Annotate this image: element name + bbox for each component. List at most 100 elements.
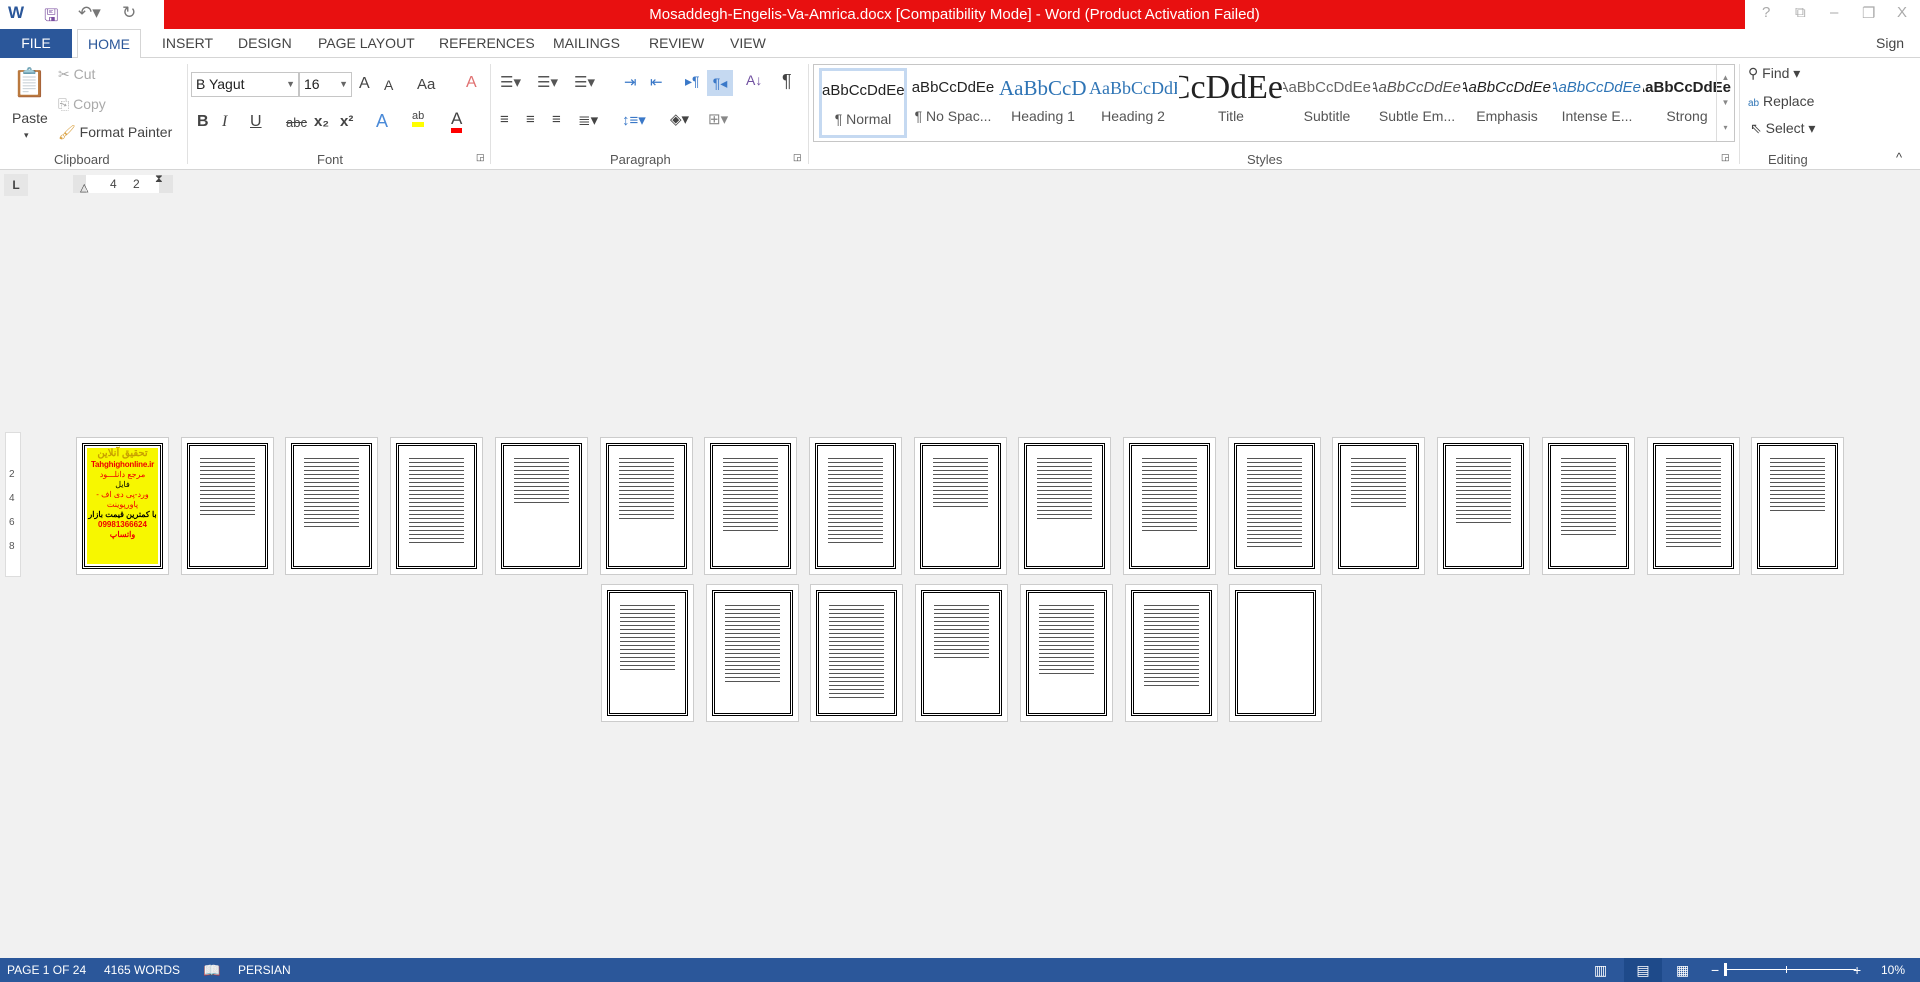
page-thumbnail[interactable] [1332, 437, 1426, 575]
text-effects-button[interactable]: A [376, 111, 388, 132]
align-center-icon[interactable]: ≡ [526, 111, 535, 128]
grow-font-button[interactable]: A [359, 75, 370, 93]
page-thumbnail[interactable] [1437, 437, 1531, 575]
increase-indent-icon[interactable]: ⇤ [650, 73, 663, 91]
find-button[interactable]: ⚲ Find ▾ [1748, 65, 1800, 82]
page-thumbnail[interactable] [601, 584, 694, 722]
page-thumbnail[interactable] [494, 437, 588, 575]
gallery-scroll[interactable]: ▲ ▼ ▾ [1716, 65, 1734, 141]
style-subtle-emphasis[interactable]: AaBbCcDdEe Subtle Em... [1373, 68, 1461, 138]
gallery-more-icon[interactable]: ▾ [1717, 115, 1734, 140]
style-intense-emphasis[interactable]: AaBbCcDdEe Intense E... [1553, 68, 1641, 138]
scroll-down-icon[interactable]: ▼ [1717, 90, 1734, 115]
language[interactable]: PERSIAN [238, 958, 291, 982]
collapse-ribbon-icon[interactable]: ^ [1896, 150, 1902, 165]
read-mode-icon[interactable]: ▥ [1594, 958, 1607, 982]
chevron-down-icon[interactable]: ▼ [339, 73, 348, 96]
style-no-spacing[interactable]: aBbCcDdEe ¶ No Spac... [909, 68, 997, 138]
page-thumbnail[interactable] [285, 437, 379, 575]
format-painter-button[interactable]: 🖌 Format Painter [58, 124, 172, 141]
zoom-in-button[interactable]: + [1853, 958, 1861, 982]
line-spacing-icon[interactable]: ↕≡▾ [622, 111, 646, 129]
font-color-button[interactable]: A [451, 110, 463, 133]
close-button[interactable]: X [1897, 4, 1907, 21]
dialog-launcher-icon[interactable]: ◲ [476, 152, 485, 163]
show-marks-button[interactable]: ¶ [782, 71, 792, 92]
paste-dropdown-icon[interactable]: ▾ [24, 130, 29, 141]
page-thumbnail[interactable] [180, 437, 274, 575]
chevron-down-icon[interactable]: ▼ [286, 73, 295, 96]
page-thumbnail[interactable] [1229, 584, 1323, 722]
style-title[interactable]: AaBbCcDdEe Title [1179, 68, 1283, 138]
bullets-icon[interactable]: ☰▾ [500, 73, 521, 91]
page-thumbnail[interactable] [1124, 584, 1218, 722]
style-heading-2[interactable]: AaBbCcDdEe Heading 2 [1089, 68, 1177, 138]
multilevel-list-icon[interactable]: ☰▾ [574, 73, 595, 91]
shrink-font-button[interactable]: A [384, 77, 393, 93]
decrease-indent-icon[interactable]: ⇥ [624, 73, 637, 91]
tab-insert[interactable]: INSERT [152, 29, 223, 58]
strikethrough-button[interactable]: abc [286, 115, 307, 130]
zoom-level[interactable]: 10% [1881, 958, 1905, 982]
highlight-button[interactable]: ab [412, 110, 425, 127]
replace-button[interactable]: ab Replace [1748, 93, 1814, 109]
scroll-up-icon[interactable]: ▲ [1717, 65, 1734, 90]
tab-file[interactable]: FILE [0, 29, 72, 58]
zoom-slider[interactable] [1726, 969, 1856, 970]
sign-in-link[interactable]: Sign in [1866, 29, 1920, 80]
copy-button[interactable]: ⎘ Copy [58, 96, 106, 113]
redo-icon[interactable]: ↻ [122, 3, 136, 23]
help-button[interactable]: ? [1762, 4, 1770, 21]
dialog-launcher-icon[interactable]: ◲ [793, 152, 802, 163]
zoom-slider-thumb[interactable] [1724, 963, 1727, 976]
ltr-icon[interactable]: ▸¶ [685, 73, 700, 90]
page-thumbnail[interactable] [808, 437, 902, 575]
tab-design[interactable]: DESIGN [228, 29, 302, 58]
undo-icon[interactable]: ↶▾ [78, 3, 101, 23]
style-subtitle[interactable]: AaBbCcDdEe Subtitle [1283, 68, 1371, 138]
ribbon-display-button[interactable]: ⧉ [1795, 4, 1806, 21]
maximize-button[interactable]: ❐ [1862, 4, 1875, 22]
page-thumbnail[interactable] [704, 437, 798, 575]
tab-home[interactable]: HOME [77, 29, 141, 59]
page-count[interactable]: PAGE 1 OF 24 [7, 958, 86, 982]
page-thumbnail[interactable] [1019, 584, 1113, 722]
indent-marker-icon[interactable]: △ [80, 181, 88, 194]
page-thumbnail[interactable] [1751, 437, 1845, 575]
zoom-out-button[interactable]: − [1711, 958, 1719, 982]
paste-icon[interactable]: 📋 [12, 66, 47, 99]
borders-icon[interactable]: ⊞▾ [708, 110, 728, 128]
page-thumbnail[interactable]: تحقیق آنلاین Tahghighonline.ir مرجع دانل… [76, 437, 169, 575]
italic-button[interactable]: I [222, 113, 227, 131]
save-icon[interactable]: 🖫 [44, 3, 58, 32]
font-size-combo[interactable]: 16 ▼ [299, 72, 352, 97]
font-name-combo[interactable]: B Yagut ▼ [191, 72, 299, 97]
page-thumbnail[interactable] [705, 584, 799, 722]
print-layout-icon[interactable]: ▤ [1624, 958, 1662, 982]
tab-view[interactable]: VIEW [720, 29, 776, 58]
change-case-button[interactable]: Aa [417, 76, 435, 93]
dialog-launcher-icon[interactable]: ◲ [1721, 152, 1730, 163]
word-count[interactable]: 4165 WORDS [104, 958, 180, 982]
style-heading-1[interactable]: AaBbCcDdEe Heading 1 [999, 68, 1087, 138]
sort-button[interactable]: A↓ [746, 72, 762, 88]
page-thumbnail[interactable] [599, 437, 693, 575]
page-thumbnail[interactable] [1018, 437, 1112, 575]
page-thumbnail[interactable] [1123, 437, 1216, 575]
paste-button[interactable]: Paste [12, 110, 48, 126]
page-thumbnail[interactable] [913, 437, 1007, 575]
minimize-button[interactable]: – [1830, 4, 1838, 21]
tab-selector[interactable]: L [4, 174, 28, 196]
align-right-icon[interactable]: ≡ [552, 111, 561, 128]
page-thumbnail[interactable] [1227, 437, 1321, 575]
rtl-button[interactable]: ¶◂ [707, 70, 733, 96]
bold-button[interactable]: B [197, 113, 209, 131]
select-button[interactable]: ⇖ Select ▾ [1750, 120, 1815, 137]
cut-button[interactable]: ✂ Cut [58, 66, 95, 83]
tab-mailings[interactable]: MAILINGS [543, 29, 630, 58]
proofing-icon[interactable]: 📖 [203, 958, 220, 982]
justify-icon[interactable]: ≣▾ [578, 111, 598, 129]
hanging-indent-icon[interactable]: ⧗ [155, 173, 163, 186]
tab-references[interactable]: REFERENCES [429, 29, 545, 58]
underline-button[interactable]: U [250, 113, 262, 131]
